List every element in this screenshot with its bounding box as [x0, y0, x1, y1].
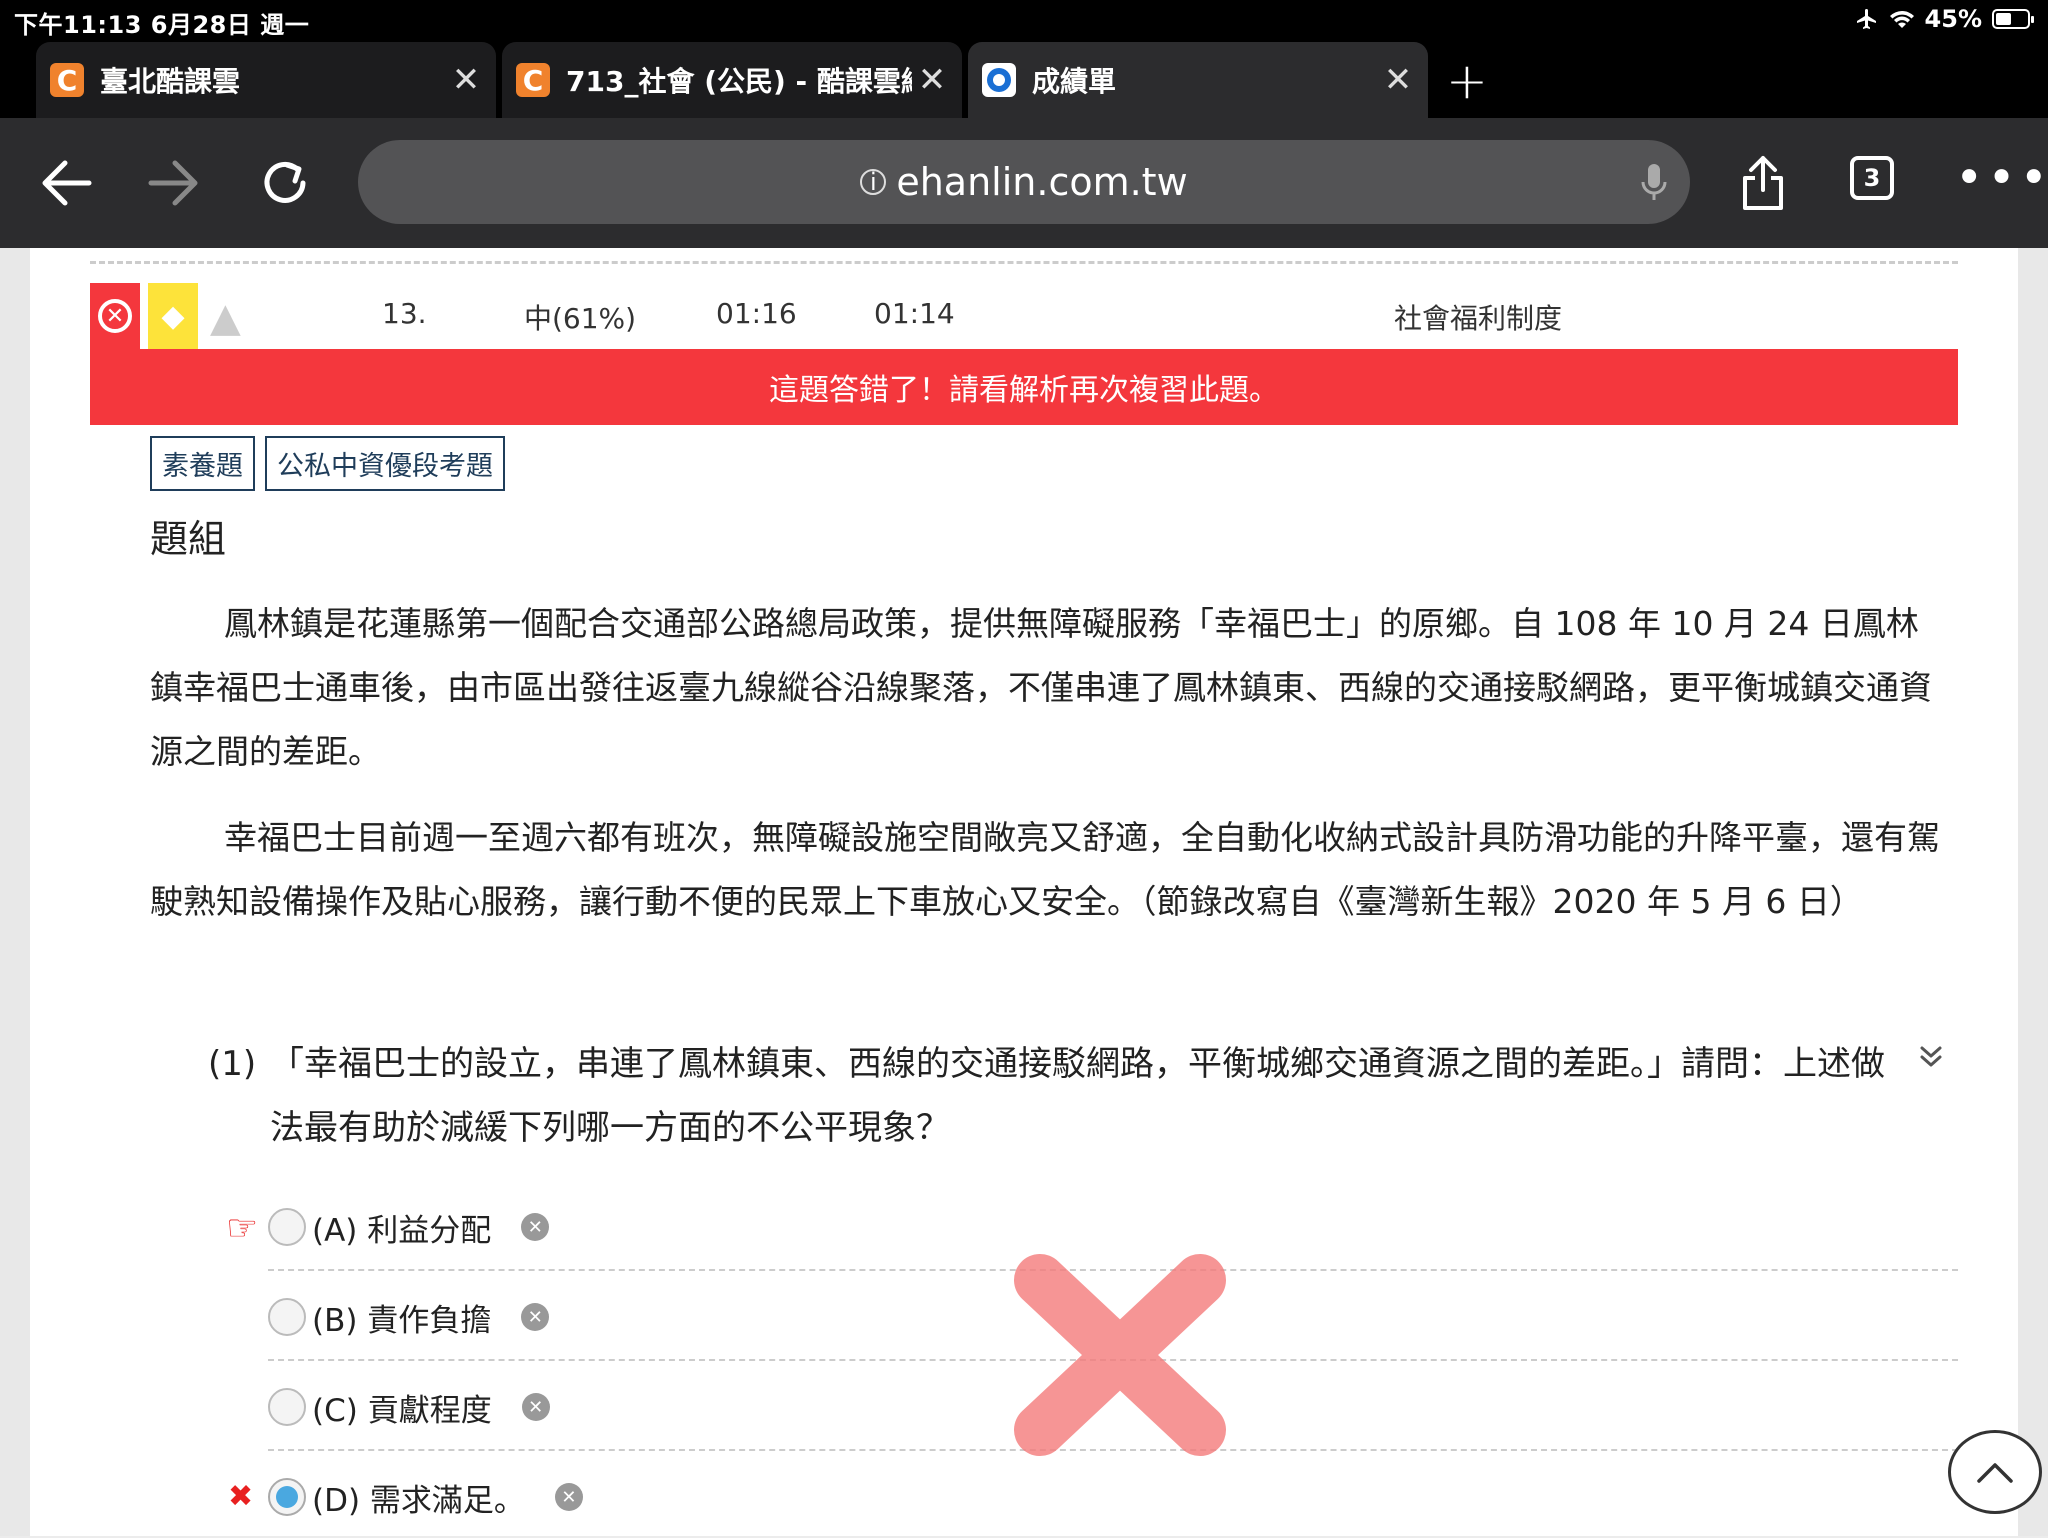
tab-report-card[interactable]: 成績單 ✕ — [968, 42, 1428, 118]
wrong-cross-icon — [1014, 1254, 1226, 1456]
coolclass-favicon-icon: C — [50, 63, 84, 97]
close-tab-icon[interactable]: ✕ — [912, 60, 952, 100]
tag: 公私中資優段考題 — [265, 436, 505, 491]
warning-icon[interactable]: ▲ — [210, 295, 241, 341]
topic: 社會福利制度 — [1394, 302, 1563, 335]
option-label: (A) 利益分配 — [312, 1212, 492, 1249]
microphone-icon[interactable] — [1640, 162, 1668, 202]
option-label: (D) 需求滿足。 — [312, 1482, 525, 1519]
tab-taipei-coolclass[interactable]: C 臺北酷課雲 ✕ — [36, 42, 496, 118]
tab-strip: C 臺北酷課雲 ✕ C 713_社會 (公民) - 酷課雲維 ✕ 成績單 ✕ + — [0, 40, 2048, 118]
eliminate-option-icon[interactable]: ✕ — [521, 1213, 550, 1241]
forward-button[interactable] — [140, 148, 210, 218]
address-bar[interactable]: i ehanlin.com.tw — [358, 140, 1690, 224]
passage-paragraph: 鳳林鎮是花蓮縣第一個配合交通部公路總局政策，提供無障礙服務「幸福巴士」的原鄉。自… — [150, 592, 1950, 784]
radio-button-selected[interactable] — [268, 1478, 306, 1516]
time-spent: 01:16 — [716, 297, 797, 330]
scroll-to-top-button[interactable] — [1948, 1430, 2042, 1514]
browser-toolbar: i ehanlin.com.tw 3 ••• — [0, 118, 2048, 248]
tag-list: 素養題 公私中資優段考題 — [150, 436, 505, 491]
battery-icon — [1992, 9, 2034, 29]
question-text: 「幸福巴士的設立，串連了鳳林鎮東、西線的交通接駁網路，平衡城鄉交通資源之間的差距… — [270, 1044, 1885, 1148]
radio-button[interactable] — [268, 1388, 306, 1426]
correct-answer-pointer-icon: ☞ — [226, 1208, 259, 1249]
coolclass-favicon-icon: C — [516, 63, 550, 97]
wrong-answer-badge: ✕ — [90, 283, 140, 349]
share-icon — [1743, 156, 1783, 210]
airplane-icon — [1856, 9, 1876, 29]
battery-percent: 45% — [1924, 5, 1982, 33]
diamond-icon[interactable]: ◆ — [148, 283, 198, 349]
passage-text: 鳳林鎮是花蓮縣第一個配合交通部公路總局政策，提供無障礙服務「幸福巴士」的原鄉。自… — [150, 604, 1932, 771]
info-icon[interactable]: i — [860, 168, 887, 196]
url-text: ehanlin.com.tw — [896, 160, 1188, 204]
question-number: 13. — [382, 297, 427, 330]
passage-paragraph: 幸福巴士目前週一至週六都有班次，無障礙設施空間敞亮又舒適，全自動化收納式設計具防… — [150, 806, 1950, 934]
more-menu-button[interactable]: ••• — [1955, 154, 2048, 202]
tag: 素養題 — [150, 436, 255, 491]
eliminate-option-icon[interactable]: ✕ — [554, 1483, 583, 1511]
new-tab-button[interactable]: + — [1446, 52, 1488, 110]
eliminate-option-icon[interactable]: ✕ — [521, 1393, 550, 1421]
tab-title: 713_社會 (公民) - 酷課雲維 — [566, 65, 912, 98]
wifi-icon — [1889, 11, 1914, 28]
status-bar: 下午11:13 6月28日 週一 45% — [0, 0, 2048, 40]
status-time: 下午11:13 6月28日 週一 — [14, 11, 310, 39]
close-tab-icon[interactable]: ✕ — [446, 60, 486, 100]
status-right: 45% — [1855, 5, 2034, 33]
average-time: 01:14 — [874, 297, 955, 330]
wrong-answer-banner: 這題答錯了！請看解析再次複習此題。 — [90, 349, 1958, 425]
eliminate-option-icon[interactable]: ✕ — [521, 1303, 550, 1331]
reload-button[interactable] — [250, 148, 320, 218]
question: (1) 「幸福巴士的設立，串連了鳳林鎮東、西線的交通接駁網路，平衡城鄉交通資源之… — [208, 1032, 1908, 1160]
close-circle-icon: ✕ — [98, 299, 132, 333]
reload-icon — [264, 161, 306, 203]
tab-title: 臺北酷課雲 — [100, 65, 241, 98]
option-d[interactable]: (D) 需求滿足。 ✕ — [268, 1456, 1958, 1538]
ehanlin-favicon-icon — [982, 63, 1016, 97]
radio-button[interactable] — [268, 1208, 306, 1246]
wrong-choice-icon: ✖ — [228, 1479, 254, 1514]
arrow-right-icon — [148, 160, 198, 206]
divider — [90, 261, 1958, 264]
option-label: (B) 責作負擔 — [312, 1302, 492, 1339]
chevron-up-icon — [1977, 1463, 2013, 1483]
close-tab-icon[interactable]: ✕ — [1378, 60, 1418, 100]
arrow-left-icon — [42, 160, 92, 206]
tab-count-button[interactable]: 3 — [1850, 156, 1894, 200]
difficulty: 中(61%) — [524, 302, 637, 335]
group-title: 題組 — [150, 517, 227, 561]
question-meta-row: ✕ ◆ ▲ 13. 中(61%) 01:16 01:14 社會福利制度 — [90, 283, 1958, 349]
share-button[interactable] — [1728, 148, 1798, 218]
passage-text: 幸福巴士目前週一至週六都有班次，無障礙設施空間敞亮又舒適，全自動化收納式設計具防… — [150, 818, 1940, 921]
tab-title: 成績單 — [1032, 65, 1117, 98]
chevron-down-icon[interactable] — [1914, 1042, 1948, 1072]
option-label: (C) 貢獻程度 — [312, 1392, 492, 1429]
back-button[interactable] — [30, 148, 100, 218]
tab-social-civics[interactable]: C 713_社會 (公民) - 酷課雲維 ✕ — [502, 42, 962, 118]
question-number: (1) — [208, 1044, 257, 1084]
radio-button[interactable] — [268, 1298, 306, 1336]
